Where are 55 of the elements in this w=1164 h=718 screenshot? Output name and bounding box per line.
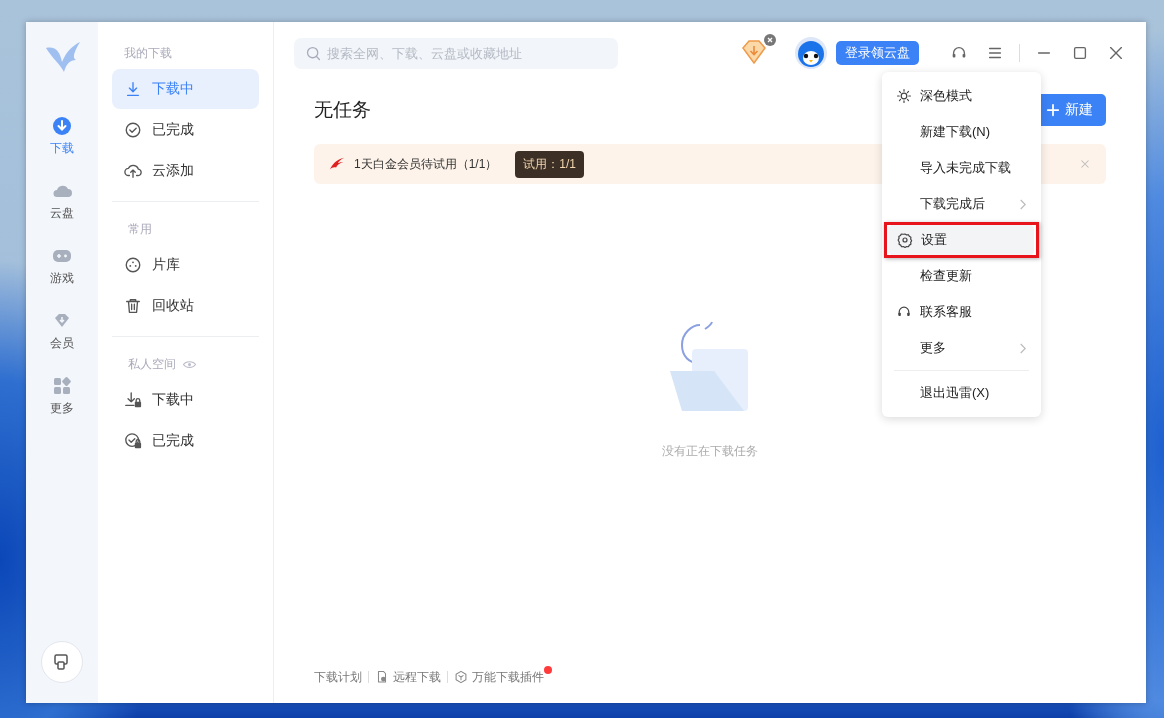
sun-icon xyxy=(896,88,912,104)
rail-tab[interactable]: 下载 xyxy=(50,116,74,157)
check-circle-icon xyxy=(124,121,142,139)
cube-icon xyxy=(454,670,468,684)
download-icon xyxy=(124,80,142,98)
sidebar-item[interactable]: 片库 xyxy=(112,245,259,285)
menu-item[interactable]: 新建下载(N) xyxy=(888,114,1035,150)
download-circle-icon xyxy=(52,116,72,136)
empty-message: 没有正在下载任务 xyxy=(662,443,758,460)
page-title: 无任务 xyxy=(314,98,371,122)
sidebar-item[interactable]: 已完成 xyxy=(112,421,259,461)
rail-tab[interactable]: 更多 xyxy=(50,376,74,417)
film-reel-icon xyxy=(124,256,142,274)
rail-tab[interactable]: 云盘 xyxy=(50,181,74,222)
menu-item[interactable]: 深色模式 xyxy=(888,78,1035,114)
menu-item[interactable]: 下载完成后 xyxy=(888,186,1035,222)
rail-tab[interactable]: 会员 xyxy=(50,311,74,352)
download-lock-icon xyxy=(124,391,142,409)
section-title: 私人空间 xyxy=(128,355,176,373)
remote-doc-icon xyxy=(375,670,389,684)
trial-badge: 试用：1/1 xyxy=(515,150,585,178)
close-icon[interactable] xyxy=(1107,44,1125,62)
footer-link[interactable]: 远程下载 xyxy=(375,668,441,686)
footer-link[interactable]: 下载计划 xyxy=(314,668,362,686)
section-title: 常用 xyxy=(128,220,152,238)
sidebar-item[interactable]: 已完成 xyxy=(112,110,259,150)
banner-text: 1天白金会员待试用（1/1） xyxy=(354,155,498,173)
chevron-right-icon xyxy=(1018,197,1027,211)
section-title: 我的下载 xyxy=(124,44,172,62)
trash-icon xyxy=(124,297,142,315)
plus-icon xyxy=(1046,103,1060,117)
avatar-icon[interactable] xyxy=(794,36,828,70)
menu-item[interactable]: 更多 xyxy=(888,330,1035,366)
maximize-icon[interactable] xyxy=(1071,44,1089,62)
chevron-right-icon xyxy=(1018,341,1027,355)
sidebar-item[interactable]: 回收站 xyxy=(112,286,259,326)
check-lock-icon xyxy=(124,432,142,450)
grid-icon xyxy=(52,376,72,396)
cloud-upload-icon xyxy=(124,162,142,180)
sidebar-item[interactable]: 云添加 xyxy=(112,151,259,191)
gear-icon xyxy=(897,232,913,248)
close-icon[interactable] xyxy=(764,34,776,46)
menu-item[interactable]: 联系客服 xyxy=(888,294,1035,330)
sidebar-item[interactable]: 下载中 xyxy=(112,380,259,420)
footer-link[interactable]: 万能下载插件 xyxy=(454,668,544,686)
login-button[interactable]: 登录领云盘 xyxy=(836,41,919,65)
feedback-button[interactable] xyxy=(41,641,83,683)
menu-item[interactable]: 退出迅雷(X) xyxy=(888,375,1035,411)
menu-item[interactable]: 设置 xyxy=(889,225,1034,255)
diamond-icon xyxy=(740,38,768,66)
search-icon xyxy=(305,44,322,62)
menu-item[interactable]: 检查更新 xyxy=(888,258,1035,294)
rail-tab[interactable]: 游戏 xyxy=(50,246,74,287)
search-field[interactable]: 搜索全网、下载、云盘或收藏地址 xyxy=(294,37,618,69)
menu-item[interactable]: 导入未完成下载 xyxy=(888,150,1035,186)
